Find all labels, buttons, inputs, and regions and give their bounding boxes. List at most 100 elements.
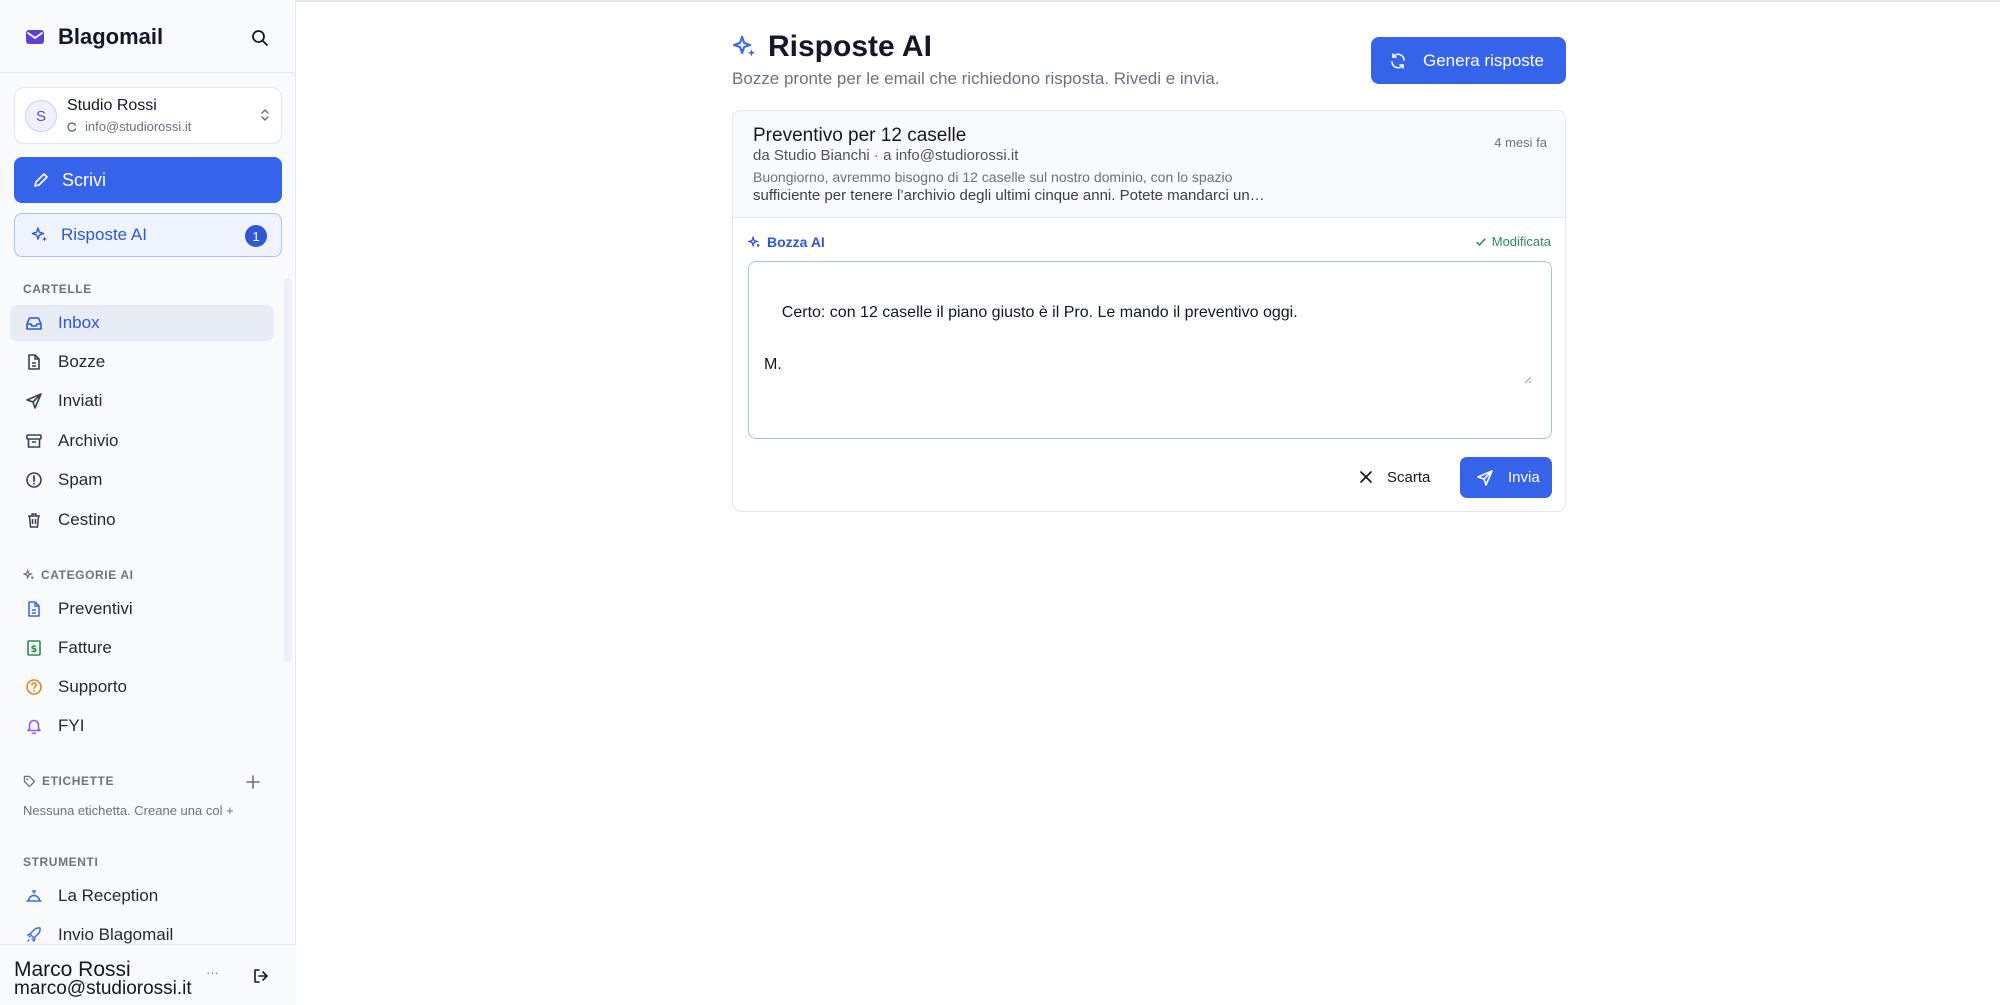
top-divider <box>296 0 2000 2</box>
search-icon <box>251 29 269 47</box>
chevron-up-down-icon <box>259 106 271 124</box>
generate-replies-label: Genera risposte <box>1423 50 1544 70</box>
compose-label: Scrivi <box>62 169 106 190</box>
sidebar-item-sent[interactable]: Inviati <box>10 383 274 419</box>
discard-button[interactable]: Scarta <box>1351 457 1438 497</box>
sidebar-item-preventivi[interactable]: Preventivi <box>10 591 274 627</box>
sparkles-icon <box>23 569 35 581</box>
draft-text: Certo: con 12 caselle il piano giusto è … <box>764 304 1298 373</box>
sidebar-item-fyi[interactable]: FYI <box>10 708 274 744</box>
draft-label: Bozza AI <box>748 234 825 250</box>
search-button[interactable] <box>246 24 274 52</box>
labels-empty-text: Nessuna etichetta. Creane una col + <box>23 803 234 818</box>
tools-section-title: STRUMENTI <box>23 855 99 869</box>
labels-section-title: ETICHETTE <box>23 774 114 788</box>
account-switcher[interactable]: S Studio Rossi info@studiorossi.it <box>14 87 282 144</box>
account-email: info@studiorossi.it <box>85 119 192 134</box>
folders-section-title: CARTELLE <box>23 282 92 296</box>
header-divider <box>0 72 296 73</box>
sidebar-item-archive[interactable]: Archivio <box>10 423 274 459</box>
sidebar-item-label: Fatture <box>58 638 112 657</box>
ai-replies-label: Risposte AI <box>61 225 147 244</box>
page-subtitle: Bozze pronte per le email che richiedono… <box>732 69 1220 88</box>
logout-icon <box>252 967 270 985</box>
file-icon <box>24 352 44 372</box>
sidebar-item-label: Cestino <box>58 510 116 529</box>
sidebar: Blagomail S Studio Rossi info@studioross… <box>0 0 296 1005</box>
sidebar-item-label: La Reception <box>58 886 159 905</box>
generate-replies-button[interactable]: Genera risposte <box>1371 37 1566 84</box>
account-email-row: info@studiorossi.it <box>67 119 191 134</box>
check-icon <box>1475 236 1487 248</box>
account-avatar: S <box>25 100 57 132</box>
ai-categories-section-title: CATEGORIE AI <box>23 568 134 582</box>
archive-icon <box>24 431 44 451</box>
sidebar-item-label: Bozze <box>58 352 106 371</box>
resize-handle-icon[interactable] <box>1522 322 1549 436</box>
ai-reply-card: Preventivo per 12 caselle da Studio Bian… <box>732 110 1566 512</box>
send-label: Invia <box>1508 469 1540 486</box>
add-label-button[interactable] <box>243 772 263 792</box>
sidebar-item-label: Supporto <box>58 677 127 696</box>
email-preview-line-2: sufficiente per tenere l’archivio degli … <box>753 187 1265 204</box>
sparkles-icon <box>31 226 49 244</box>
plus-icon <box>246 775 260 789</box>
sidebar-item-label: Archivio <box>58 431 119 450</box>
draft-label-text: Bozza AI <box>767 234 825 250</box>
send-icon <box>24 391 44 411</box>
sidebar-item-label: Preventivi <box>58 599 133 618</box>
help-circle-icon <box>24 677 44 697</box>
app-name: Blagomail <box>58 24 164 49</box>
page-title: Risposte AI <box>732 30 932 64</box>
alert-circle-icon <box>24 470 44 490</box>
email-preview-line-1: Buongiorno, avremmo bisogno di 12 casell… <box>753 169 1233 185</box>
inbox-icon <box>24 313 44 333</box>
bell-icon <box>24 716 44 736</box>
ai-replies-count-badge: 1 <box>245 225 267 247</box>
dollar-icon: $ <box>24 638 44 658</box>
trash-icon <box>24 510 44 530</box>
sidebar-item-supporto[interactable]: Supporto <box>10 669 274 705</box>
brand[interactable]: Blagomail <box>24 22 163 52</box>
sidebar-item-trash[interactable]: Cestino <box>10 502 274 538</box>
logout-button[interactable] <box>252 967 270 985</box>
compose-button[interactable]: Scrivi <box>14 157 282 203</box>
sidebar-item-inbox[interactable]: Inbox <box>10 305 274 341</box>
sidebar-item-spam[interactable]: Spam <box>10 462 274 498</box>
user-email: marco@studiorossi.it <box>14 978 192 999</box>
sparkles-icon <box>732 34 758 60</box>
draft-status: Modificata <box>1475 234 1551 249</box>
send-button[interactable]: Invia <box>1460 457 1552 498</box>
sync-spinner-icon <box>67 121 77 132</box>
refresh-icon <box>1389 52 1407 70</box>
email-subject: Preventivo per 12 caselle <box>753 125 967 146</box>
account-name: Studio Rossi <box>67 97 157 114</box>
email-time: 4 mesi fa <box>1494 135 1547 150</box>
sidebar-item-reception[interactable]: La Reception <box>10 878 274 914</box>
tag-icon <box>23 775 36 788</box>
sidebar-item-drafts[interactable]: Bozze <box>10 344 274 380</box>
sparkles-icon <box>748 235 761 249</box>
email-summary[interactable]: Preventivo per 12 caselle da Studio Bian… <box>733 111 1565 218</box>
sidebar-item-label: Spam <box>58 470 103 489</box>
discard-label: Scarta <box>1387 468 1431 486</box>
send-icon <box>1476 469 1494 487</box>
user-footer: Marco Rossi marco@studiorossi.it ··· <box>0 944 296 1005</box>
sidebar-item-label: Invio Blagomail <box>58 925 174 944</box>
email-from-line: da Studio Bianchi · a info@studiorossi.i… <box>753 147 1019 164</box>
sidebar-item-label: FYI <box>58 716 85 735</box>
bell-desk-icon <box>24 886 44 906</box>
sidebar-item-fatture[interactable]: $ Fatture <box>10 630 274 666</box>
ai-categories-title-text: CATEGORIE AI <box>41 568 134 582</box>
rocket-icon <box>24 925 44 945</box>
draft-textarea[interactable]: Certo: con 12 caselle il piano giusto è … <box>748 261 1552 439</box>
ai-replies-button[interactable]: Risposte AI 1 <box>14 213 282 257</box>
sidebar-scrollbar[interactable] <box>284 278 292 662</box>
sidebar-item-label: Inbox <box>58 313 100 332</box>
svg-text:$: $ <box>31 644 38 655</box>
draft-status-text: Modificata <box>1491 234 1551 249</box>
user-more-button[interactable]: ··· <box>206 965 219 980</box>
mail-logo-icon <box>24 26 46 48</box>
pencil-icon <box>32 171 50 189</box>
close-icon <box>1359 470 1373 484</box>
